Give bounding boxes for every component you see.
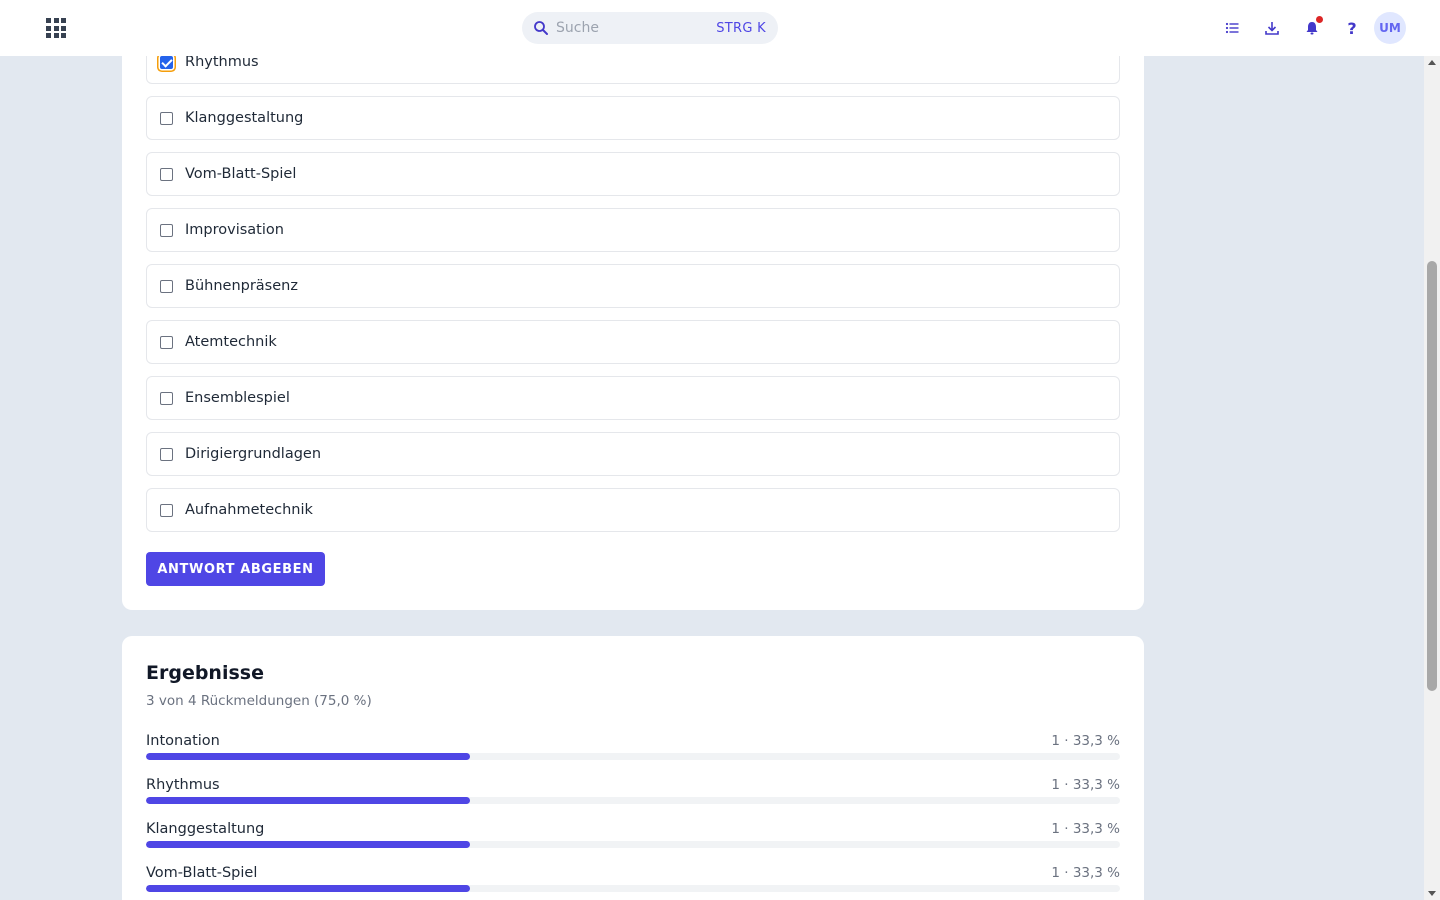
search-input[interactable] (556, 20, 717, 36)
result-label: Klanggestaltung (146, 821, 265, 837)
result-value: 1 · 33,3 % (1051, 821, 1120, 837)
option-label: Dirigiergrundlagen (185, 446, 322, 462)
option-checkbox[interactable] (160, 55, 173, 69)
result-bar-track (146, 797, 1120, 804)
option-atemtechnik[interactable]: Atemtechnik (146, 320, 1120, 364)
help-icon-glyph: ? (1347, 18, 1357, 38)
option-klanggestaltung[interactable]: Klanggestaltung (146, 96, 1120, 140)
question-card: Rhythmus Klanggestaltung Vom-Blatt-Spiel… (122, 0, 1144, 610)
download-icon[interactable] (1262, 18, 1282, 38)
option-checkbox[interactable] (160, 503, 173, 517)
result-bar-fill (146, 797, 471, 804)
option-label: Atemtechnik (185, 334, 277, 350)
option-buehnenpraesenz[interactable]: Bühnenpräsenz (146, 264, 1120, 308)
option-checkbox[interactable] (160, 279, 173, 293)
list-icon[interactable] (1222, 18, 1242, 38)
result-label: Rhythmus (146, 777, 220, 793)
option-improvisation[interactable]: Improvisation (146, 208, 1120, 252)
result-bar-track (146, 885, 1120, 892)
option-ensemblespiel[interactable]: Ensemblespiel (146, 376, 1120, 420)
option-checkbox[interactable] (160, 167, 173, 181)
results-card: Ergebnisse 3 von 4 Rückmeldungen (75,0 %… (122, 636, 1144, 900)
option-label: Klanggestaltung (185, 110, 304, 126)
option-label: Bühnenpräsenz (185, 278, 298, 294)
result-label: Intonation (146, 733, 220, 749)
result-label: Vom-Blatt-Spiel (146, 865, 258, 881)
result-bar-fill (146, 841, 471, 848)
option-aufnahmetechnik[interactable]: Aufnahmetechnik (146, 488, 1120, 532)
option-label: Rhythmus (185, 54, 259, 70)
result-bar-track (146, 841, 1120, 848)
search-icon (534, 21, 548, 35)
result-row: Rhythmus 1 · 33,3 % (146, 777, 1120, 813)
result-value: 1 · 33,3 % (1051, 777, 1120, 793)
avatar[interactable]: UM (1374, 12, 1406, 44)
result-bar-fill (146, 753, 471, 760)
option-checkbox[interactable] (160, 391, 173, 405)
result-bar-fill (146, 885, 471, 892)
option-dirigiergrundlagen[interactable]: Dirigiergrundlagen (146, 432, 1120, 476)
option-vom-blatt-spiel[interactable]: Vom-Blatt-Spiel (146, 152, 1120, 196)
apps-grid-icon[interactable] (46, 18, 66, 38)
scroll-up-arrow-icon[interactable] (1428, 60, 1436, 65)
result-value: 1 · 33,3 % (1051, 733, 1120, 749)
option-checkbox[interactable] (160, 111, 173, 125)
scroll-down-arrow-icon[interactable] (1428, 891, 1436, 896)
bell-icon[interactable] (1302, 16, 1323, 38)
page-scrollbar[interactable] (1424, 56, 1440, 900)
avatar-initials: UM (1379, 21, 1401, 35)
result-row: Vom-Blatt-Spiel 1 · 33,3 % (146, 865, 1120, 900)
search-shortcut-hint: STRG K (716, 20, 766, 36)
option-label: Improvisation (185, 222, 284, 238)
option-label: Vom-Blatt-Spiel (185, 166, 297, 182)
result-row: Klanggestaltung 1 · 33,3 % (146, 821, 1120, 857)
scrollbar-thumb[interactable] (1427, 261, 1437, 691)
result-value: 1 · 33,3 % (1051, 865, 1120, 881)
results-response-count: 3 von 4 Rückmeldungen (75,0 %) (146, 693, 372, 709)
option-checkbox[interactable] (160, 223, 173, 237)
result-row: Intonation 1 · 33,3 % (146, 733, 1120, 769)
submit-answer-button[interactable]: ANTWORT ABGEBEN (146, 552, 325, 586)
notification-dot (1316, 16, 1323, 23)
result-bar-track (146, 753, 1120, 760)
results-title: Ergebnisse (146, 662, 264, 684)
help-icon[interactable]: ? (1342, 18, 1362, 38)
option-checkbox[interactable] (160, 447, 173, 461)
top-bar: STRG K ? UM (0, 0, 1440, 56)
option-label: Aufnahmetechnik (185, 502, 313, 518)
option-checkbox[interactable] (160, 335, 173, 349)
search-box[interactable]: STRG K (522, 12, 778, 44)
option-label: Ensemblespiel (185, 390, 290, 406)
